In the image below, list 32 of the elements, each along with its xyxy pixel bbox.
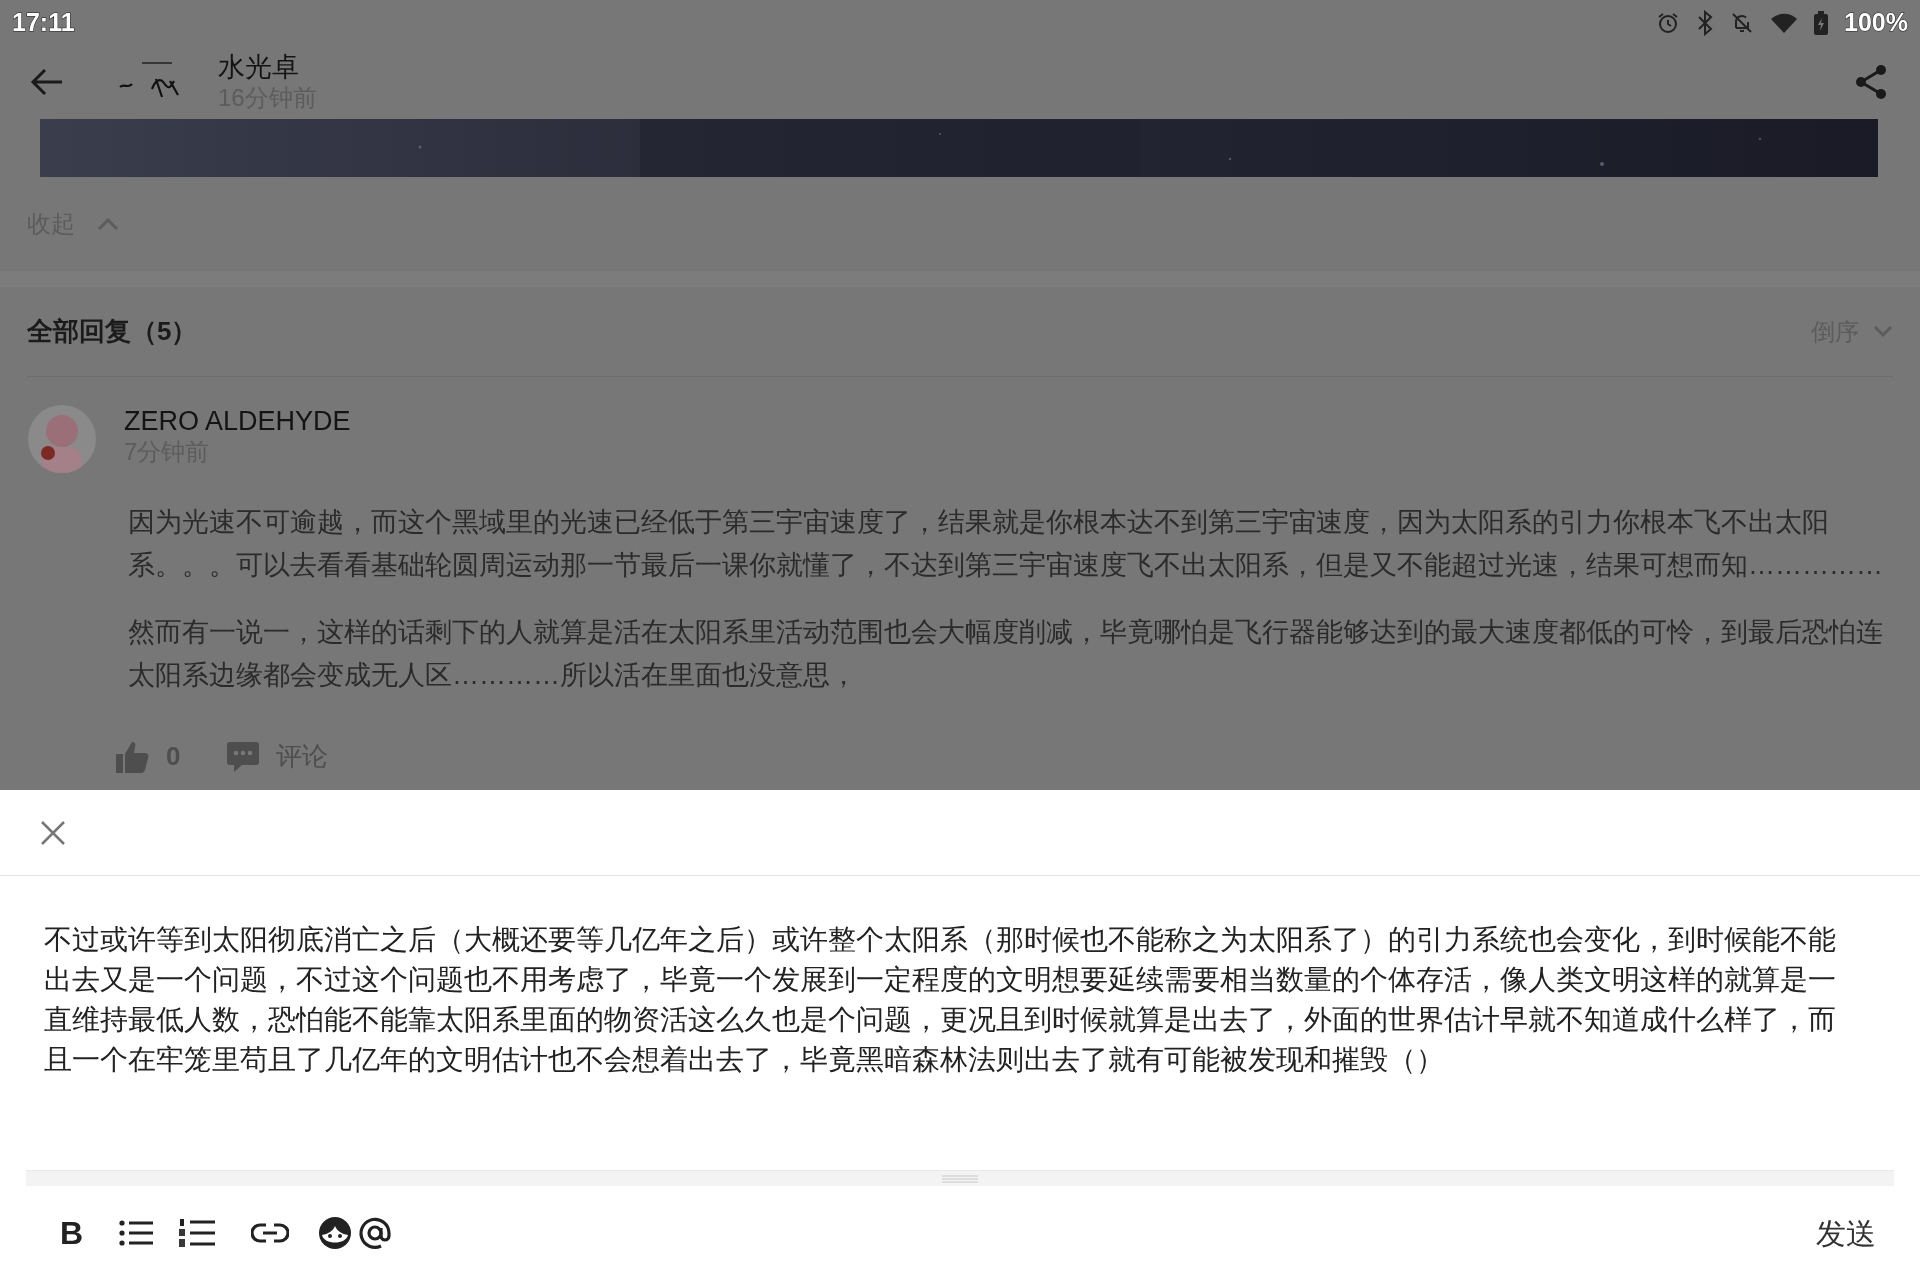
send-button[interactable]: 发送 xyxy=(1816,1210,1876,1256)
comment-text: 因为光速不可逾越，而这个黑域里的光速已经低于第三宇宙速度了，结果就是你根本达不到第三宇宙速度，因为太阳系的引力你根本飞不出太阳系。。。可以去看看基础轮圆周运动那一节最后一课你就懂了，不达到第三宇宙速度飞不出太阳系，但是又不能超过光速，结果可想而知…………… xyxy=(128,506,1884,582)
share-icon xyxy=(1854,64,1888,100)
numbered-list-icon xyxy=(179,1218,216,1248)
chevron-up-icon xyxy=(97,217,119,231)
battery-level: 100% xyxy=(1844,6,1908,38)
at-sign-icon xyxy=(357,1215,394,1251)
mention-button[interactable] xyxy=(357,1215,394,1251)
share-button[interactable] xyxy=(1854,64,1888,100)
clock-time: 17:11 xyxy=(12,6,75,38)
emoji-button[interactable] xyxy=(317,1215,354,1251)
back-arrow-icon xyxy=(30,67,64,97)
speech-bubble-icon xyxy=(226,739,261,774)
bold-button[interactable]: B xyxy=(60,1209,84,1257)
link-icon xyxy=(251,1222,290,1244)
bullet-list-icon xyxy=(119,1219,154,1247)
back-button[interactable] xyxy=(30,67,64,97)
chevron-down-icon xyxy=(1873,325,1893,338)
battery-icon xyxy=(1814,10,1829,35)
commenter-name: ZERO ALDEHYDE xyxy=(124,405,351,438)
wifi-icon xyxy=(1770,11,1799,34)
replies-heading: 全部回复（5） xyxy=(27,315,198,348)
face-icon xyxy=(317,1215,354,1251)
link-button[interactable] xyxy=(251,1222,290,1244)
close-icon xyxy=(40,819,66,846)
bullet-list-button[interactable] xyxy=(119,1219,154,1247)
thumbs-up-icon xyxy=(114,739,150,774)
comment-text: 然而有一说一，这样的话剩下的人就算是活在太阳系里活动范围也会大幅度削减，毕竟哪怕是飞行器能够达到的最大速度都低的可怜，到最后恐怕连太阳系边缘都会变成无人区…………所以活在里面也没意思， xyxy=(128,616,1884,692)
close-button[interactable] xyxy=(40,819,66,846)
bluetooth-icon xyxy=(1696,9,1715,36)
author-name: 水光卓 xyxy=(218,50,300,84)
numbered-list-button[interactable] xyxy=(179,1218,216,1248)
